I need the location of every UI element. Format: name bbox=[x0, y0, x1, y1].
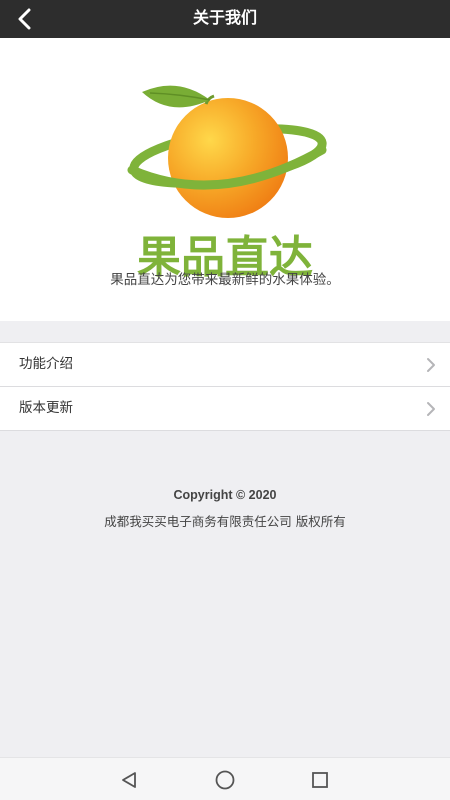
nav-recents-button[interactable] bbox=[308, 768, 332, 792]
home-circle-icon bbox=[215, 770, 235, 790]
nav-back-button[interactable] bbox=[117, 768, 141, 792]
system-nav-bar bbox=[0, 757, 450, 800]
chevron-right-icon bbox=[427, 402, 435, 416]
brand-logo: 果品直达 bbox=[110, 68, 340, 283]
menu-item-version-update[interactable]: 版本更新 bbox=[0, 387, 450, 431]
company-text: 成都我买买电子商务有限责任公司 版权所有 bbox=[104, 514, 346, 529]
page-title: 关于我们 bbox=[192, 8, 257, 27]
copyright-text: Copyright © 2020 bbox=[173, 488, 277, 502]
top-app-bar: 关于我们 bbox=[0, 0, 450, 38]
footer: Copyright © 2020 成都我买买电子商务有限责任公司 版权所有 bbox=[0, 488, 450, 530]
about-hero: 果品直达 果品直达为您带来最新鲜的水果体验。 bbox=[0, 38, 450, 321]
menu-item-label: 版本更新 bbox=[19, 400, 73, 416]
menu-item-features[interactable]: 功能介绍 bbox=[0, 343, 450, 387]
tagline: 果品直达为您带来最新鲜的水果体验。 bbox=[110, 272, 340, 288]
chevron-right-icon bbox=[427, 358, 435, 372]
menu-item-label: 功能介绍 bbox=[19, 356, 73, 372]
recents-square-icon bbox=[312, 772, 328, 788]
about-menu: 功能介绍 版本更新 bbox=[0, 342, 450, 431]
back-triangle-icon bbox=[122, 772, 136, 788]
nav-home-button[interactable] bbox=[213, 768, 237, 792]
